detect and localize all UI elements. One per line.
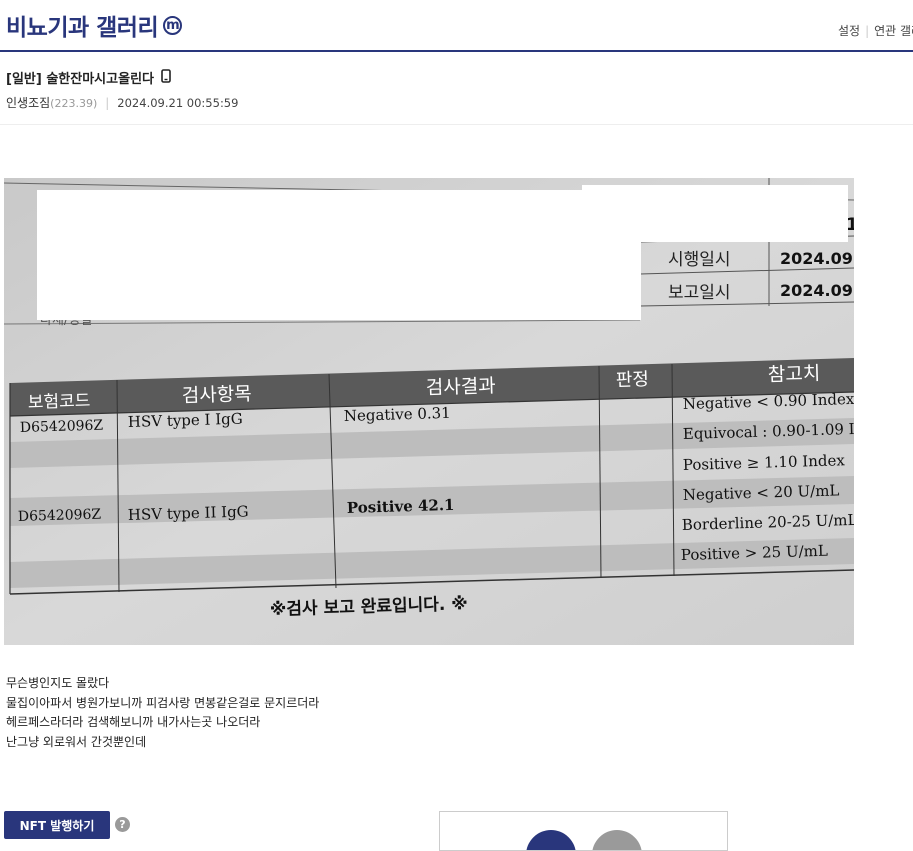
- meta-divider: |: [105, 96, 110, 110]
- settings-link[interactable]: 설정: [838, 24, 860, 38]
- report-date-label: 보고일시: [668, 283, 731, 303]
- gallery-header: 비뇨기과 갤러리 m 설정 | 연관 갤러리: [0, 0, 913, 52]
- help-icon[interactable]: ?: [115, 817, 130, 832]
- lab-report-photo-svg: 다세/성별 1 시행일시 2024.09.1 보고일시 2024.09.1 보험…: [4, 178, 854, 645]
- post-body-line: 무슨병인지도 몰랐다: [6, 676, 110, 690]
- column-header-reference: 참고치: [767, 362, 820, 386]
- test-1-result: Negative 0.31: [344, 404, 451, 425]
- author-ip: (223.39): [50, 97, 98, 110]
- gallery-title[interactable]: 비뇨기과 갤러리 m: [6, 8, 183, 42]
- exam-date-label: 시행일시: [668, 250, 731, 270]
- test-1-item: HSV type I IgG: [128, 410, 243, 431]
- header-link-divider: |: [865, 24, 870, 38]
- post-header: [일반] 술한잔마시고올린다: [6, 68, 171, 87]
- gallery-title-text[interactable]: 비뇨기과 갤러리: [6, 8, 159, 42]
- report-date-value: 2024.09.1: [780, 281, 854, 300]
- post-body-line: 난그냥 외로워서 간것뿐인데: [6, 734, 147, 749]
- test-2-item: HSV type II IgG: [128, 502, 249, 524]
- test-2-result: Positive 42.1: [347, 496, 455, 517]
- column-header-item: 검사항목: [181, 383, 252, 407]
- minor-gallery-badge-icon: m: [163, 15, 183, 35]
- post-meta: 인생조짐(223.39) | 2024.09.21 00:55:59: [6, 94, 238, 111]
- post-body-line: 헤르페스라더라 검색해보니까 내가사는곳 나오더라: [6, 715, 261, 729]
- related-gallery-link[interactable]: 연관 갤러리: [874, 24, 913, 38]
- post-category: [일반]: [6, 72, 42, 87]
- test-1-code: D6542096Z: [20, 418, 104, 436]
- post-title: [일반] 술한잔마시고올린다: [6, 68, 171, 87]
- recommend-button[interactable]: [526, 830, 576, 850]
- mobile-phone-icon: [161, 68, 171, 87]
- post-body: 무슨병인지도 몰랐다 물집이아파서 병원가보니까 피검사랑 면봉같은걸로 문지르…: [6, 674, 319, 752]
- author-name[interactable]: 인생조짐: [6, 96, 50, 110]
- post-title-text: 술한잔마시고올린다: [46, 72, 154, 87]
- column-header-code: 보험코드: [28, 391, 91, 413]
- not-recommend-button[interactable]: [592, 830, 642, 850]
- column-header-judgement: 판정: [616, 369, 650, 391]
- post-date: 2024.09.21 00:55:59: [117, 96, 239, 110]
- header-divider: [0, 124, 913, 125]
- post-body-line: 물집이아파서 병원가보니까 피검사랑 면봉같은걸로 문지르더라: [6, 695, 320, 710]
- lab-report-photo[interactable]: 다세/성별 1 시행일시 2024.09.1 보고일시 2024.09.1 보험…: [4, 178, 854, 645]
- redaction-box: [582, 185, 848, 242]
- vote-box: [439, 811, 728, 851]
- nft-issue-button[interactable]: NFT 발행하기: [4, 811, 110, 839]
- header-links: 설정 | 연관 갤러리: [838, 22, 913, 39]
- exam-date-value: 2024.09.1: [780, 249, 854, 268]
- test-2-code: D6542096Z: [18, 507, 102, 525]
- column-header-result: 검사결과: [425, 375, 496, 399]
- redaction-box: [37, 190, 641, 320]
